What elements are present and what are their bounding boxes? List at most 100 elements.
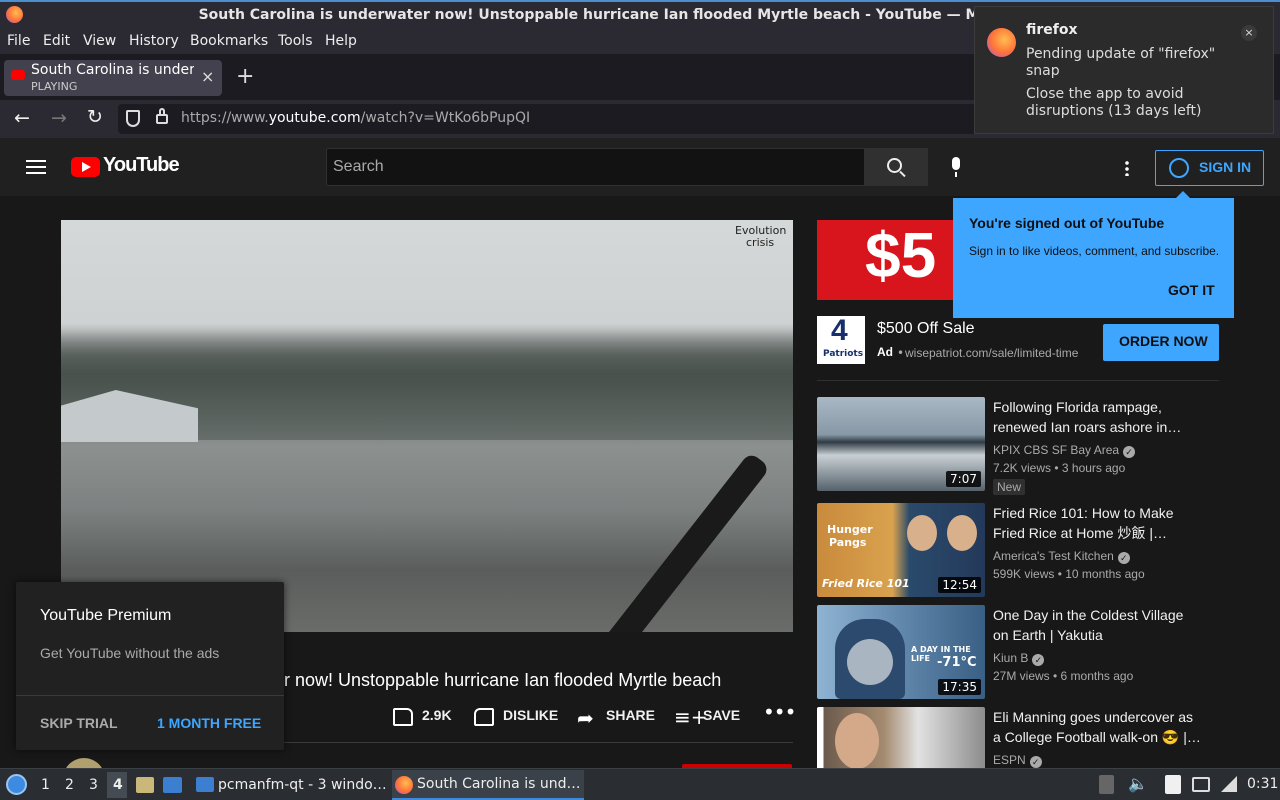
thumbs-down-icon xyxy=(474,708,494,726)
tab-youtube[interactable]: South Carolina is underw PLAYING × xyxy=(4,60,222,96)
rec-thumbnail[interactable]: Hunger Pangs Fried Rice 101 12:54 xyxy=(817,503,985,597)
rec-title[interactable]: One Day in the Coldest Village on Earth |… xyxy=(993,605,1203,645)
display-icon[interactable] xyxy=(1192,777,1210,792)
file-manager-icon[interactable] xyxy=(136,777,154,793)
search-input[interactable]: Search xyxy=(326,148,865,186)
menu-icon[interactable] xyxy=(26,160,46,174)
sign-in-label: SIGN IN xyxy=(1199,159,1252,175)
rec-title-line: on Earth | Yakutia xyxy=(993,627,1103,643)
notification-line: snap xyxy=(1026,63,1060,79)
task-label: pcmanfm-qt - 3 windo… xyxy=(218,777,387,793)
rec-channel[interactable]: Kiun B ✓ xyxy=(993,651,1045,666)
rec-channel[interactable]: ESPN ✓ xyxy=(993,753,1042,768)
rec-title[interactable]: Following Florida rampage, renewed Ian ro… xyxy=(993,397,1203,437)
forward-icon[interactable]: → xyxy=(51,107,67,129)
new-tab-icon[interactable]: + xyxy=(236,64,254,89)
rec-thumbnail[interactable]: 7:07 xyxy=(817,397,985,491)
menu-file[interactable]: File xyxy=(7,33,30,49)
rec-thumbnail[interactable]: A DAY IN THE LIFE -71°C 17:35 xyxy=(817,605,985,699)
notification-line: Close the app to avoid xyxy=(1026,86,1184,102)
watermark-line2: crisis xyxy=(746,236,775,249)
shield-icon[interactable] xyxy=(126,110,140,127)
more-options-icon[interactable] xyxy=(1125,160,1129,176)
ad-logo[interactable]: 4 Patriots xyxy=(817,314,865,364)
rec-meta: 599K views • 10 months ago xyxy=(993,567,1145,581)
rec-title[interactable]: Fried Rice 101: How to Make Fried Rice at… xyxy=(993,503,1203,543)
rec-meta: 7.2K views • 3 hours ago xyxy=(993,461,1126,475)
folder-icon xyxy=(196,777,214,792)
tooltip-title: You're signed out of YouTube xyxy=(969,215,1165,231)
skip-trial-button[interactable]: SKIP TRIAL xyxy=(40,715,118,731)
order-now-button[interactable]: ORDER NOW xyxy=(1103,324,1219,361)
channel-avatar[interactable] xyxy=(63,758,105,768)
dislike-label: DISLIKE xyxy=(503,707,559,723)
free-trial-button[interactable]: 1 MONTH FREE xyxy=(157,715,261,731)
rec-duration: 12:54 xyxy=(938,577,981,593)
ad-domain[interactable]: wisepatriot.com/sale/limited-time xyxy=(905,346,1078,360)
thumb-text: -71°C xyxy=(937,655,977,670)
divider xyxy=(817,380,1219,381)
like-count: 2.9K xyxy=(422,707,452,723)
tab-close-icon[interactable]: × xyxy=(201,67,214,86)
system-notification[interactable]: firefox Pending update of "firefox" snap… xyxy=(974,6,1274,134)
account-icon xyxy=(1169,158,1189,178)
rec-channel[interactable]: KPIX CBS SF Bay Area ✓ xyxy=(993,443,1136,458)
rec-thumbnail[interactable] xyxy=(817,707,985,768)
microphone-icon[interactable] xyxy=(949,157,963,179)
notification-close-icon[interactable]: × xyxy=(1241,25,1257,41)
ad-logo-number: 4 xyxy=(831,314,848,347)
wiper-blade xyxy=(577,451,771,632)
verified-icon: ✓ xyxy=(1029,756,1042,768)
divider xyxy=(16,695,284,696)
taskbar-task-firefox[interactable]: South Carolina is und… xyxy=(392,770,584,800)
menu-help[interactable]: Help xyxy=(325,33,357,49)
more-actions-icon[interactable]: ••• xyxy=(763,700,796,724)
network-icon[interactable] xyxy=(1221,776,1237,792)
notes-icon[interactable] xyxy=(1165,775,1181,794)
ad-title[interactable]: $500 Off Sale xyxy=(877,320,975,338)
search-button[interactable] xyxy=(865,148,928,186)
menu-view[interactable]: View xyxy=(83,33,116,49)
ad-logo-text: Patriots xyxy=(823,349,864,359)
volume-icon[interactable]: 🔈 xyxy=(1128,774,1148,793)
menu-edit[interactable]: Edit xyxy=(43,33,70,49)
tooltip-body: Sign in to like videos, comment, and sub… xyxy=(969,244,1220,258)
menu-tools[interactable]: Tools xyxy=(278,33,313,49)
back-icon[interactable]: ← xyxy=(14,107,30,129)
clipboard-icon[interactable] xyxy=(1099,775,1114,794)
share-icon: ➦ xyxy=(577,706,594,730)
signed-out-tooltip: You're signed out of YouTube Sign in to … xyxy=(953,191,1234,318)
workspace-1[interactable]: 1 xyxy=(41,777,50,793)
youtube-favicon-icon xyxy=(11,70,25,80)
desktop-icon[interactable] xyxy=(163,777,182,793)
sign-in-button[interactable]: SIGN IN xyxy=(1155,150,1264,186)
notification-line: disruptions (13 days left) xyxy=(1026,103,1202,119)
menu-bookmarks[interactable]: Bookmarks xyxy=(190,33,268,49)
search-placeholder: Search xyxy=(333,158,384,175)
thumb-text: Pangs xyxy=(829,536,867,549)
divider xyxy=(284,742,793,743)
rec-channel[interactable]: America's Test Kitchen ✓ xyxy=(993,549,1130,564)
menu-history[interactable]: History xyxy=(129,33,179,49)
notification-app: firefox xyxy=(1026,22,1078,38)
url-bar[interactable]: https://www.youtube.com/watch?v=WtKo6bPu… xyxy=(118,104,978,134)
rec-title[interactable]: Eli Manning goes undercover as a College … xyxy=(993,707,1203,747)
reload-icon[interactable]: ↻ xyxy=(87,106,103,128)
video-player[interactable]: Evolution crisis xyxy=(61,220,793,632)
url-text: https://www.youtube.com/watch?v=WtKo6bPu… xyxy=(181,110,530,126)
rec-title-line: One Day in the Coldest Village xyxy=(993,607,1184,623)
workspace-4[interactable]: 4 xyxy=(107,772,127,798)
workspace-3[interactable]: 3 xyxy=(89,777,98,793)
url-prefix: https://www. xyxy=(181,110,269,126)
rec-title-line: Following Florida rampage, xyxy=(993,399,1162,415)
taskbar-task-pcmanfm[interactable]: pcmanfm-qt - 3 windo… xyxy=(192,770,388,800)
workspace-2[interactable]: 2 xyxy=(65,777,74,793)
got-it-button[interactable]: GOT IT xyxy=(1168,282,1215,298)
thumb-text: Fried Rice 101 xyxy=(822,577,910,590)
youtube-wordmark: YouTube xyxy=(103,154,180,176)
save-label: SAVE xyxy=(703,707,741,723)
rec-title-line: renewed Ian roars ashore in… xyxy=(993,419,1182,435)
clock: 0:31 xyxy=(1247,776,1279,792)
app-menu-icon[interactable] xyxy=(6,774,27,795)
share-label: SHARE xyxy=(606,707,656,723)
